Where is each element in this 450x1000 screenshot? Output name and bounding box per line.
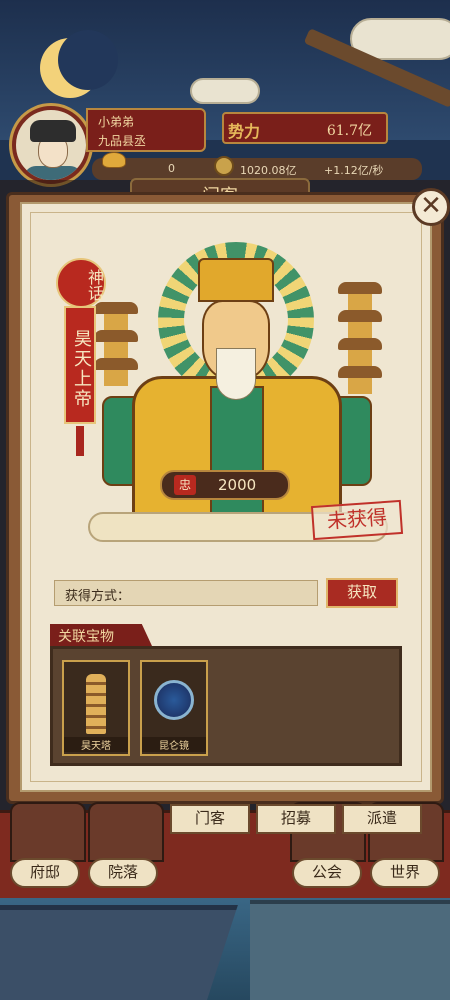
nav-world-button[interactable]: 世界: [370, 858, 440, 888]
treasure-card[interactable]: 昆仑镜: [140, 660, 208, 756]
gold-ingot-icon: [102, 152, 126, 168]
moon-shadow: [58, 30, 118, 90]
nav-guild-button[interactable]: 公会: [292, 858, 362, 888]
pagoda-icon: [338, 282, 382, 402]
silver-coin-icon: [214, 156, 234, 176]
close-button[interactable]: ✕: [412, 188, 450, 226]
power-label: 势力: [228, 122, 261, 141]
hero-portrait: [88, 236, 408, 548]
player-name: 小弟弟: [98, 115, 135, 129]
bottom-navigation: 门客 招募 派遣 府邸 院落 公会 世界: [0, 800, 450, 900]
hero-name: 昊天上帝: [64, 306, 96, 424]
treasure-section-title: 关联宝物: [50, 624, 152, 646]
acquire-method-field: 获得方式：: [54, 580, 318, 606]
treasure-name: 昊天塔: [64, 737, 128, 752]
hero-category: 神话: [56, 258, 106, 308]
resource-bar: 0 1020.08亿 +1.12亿/秒: [92, 152, 422, 180]
ingot-count: 0: [168, 162, 175, 175]
hero-beard: [216, 348, 256, 400]
player-rank: 九品县丞: [98, 134, 147, 148]
hero-banner: 神话 昊天上帝: [56, 258, 106, 456]
tab-recruit[interactable]: 招募: [256, 804, 336, 834]
top-status-bar: 小弟弟 九品县丞 势力 61.7亿 0 1020.08亿 +1.12亿/秒: [0, 100, 450, 190]
courtyard-building: [88, 802, 164, 862]
nav-courtyard-button[interactable]: 院落: [88, 858, 158, 888]
robe-panel: [210, 386, 264, 526]
status-stamp: 未获得: [310, 499, 404, 541]
mirror-icon: [148, 668, 200, 734]
silver-rate: +1.12亿/秒: [324, 164, 384, 177]
silver-count: 1020.08亿: [240, 164, 297, 177]
crown-icon: [198, 258, 274, 302]
mansion-building: [10, 802, 86, 862]
avatar[interactable]: [12, 106, 90, 184]
tiled-roof: [0, 905, 238, 1000]
power-value: 61.7亿: [326, 123, 372, 139]
acquire-button[interactable]: 获取: [326, 578, 398, 608]
tab-dispatch[interactable]: 派遣: [342, 804, 422, 834]
wooden-pier: [250, 900, 450, 1000]
avatar-hat: [30, 120, 76, 142]
tab-retainers[interactable]: 门客: [170, 804, 250, 834]
treasure-card[interactable]: 昊天塔: [62, 660, 130, 756]
treasure-name: 昆仑镜: [142, 737, 206, 752]
nav-mansion-button[interactable]: 府邸: [10, 858, 80, 888]
tassel: [76, 426, 84, 456]
name-plate: 小弟弟 九品县丞: [86, 108, 206, 152]
loyalty-badge: 忠: [174, 475, 196, 495]
loyalty-value: 2000: [218, 476, 257, 494]
loyalty-display: 忠 2000: [160, 470, 290, 500]
tower-icon: [70, 668, 122, 734]
power-display: 势力 61.7亿: [222, 112, 388, 144]
close-icon: ✕: [420, 191, 442, 221]
